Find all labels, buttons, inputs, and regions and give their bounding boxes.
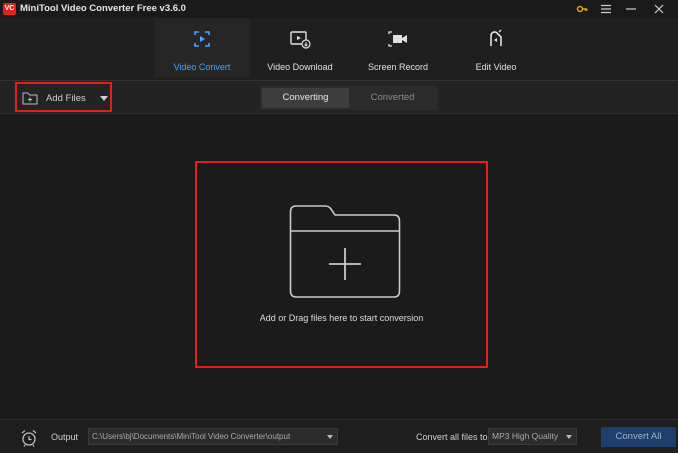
title-bar: VC MiniTool Video Converter Free v3.6.0 (0, 0, 678, 18)
menu-icon[interactable] (598, 2, 614, 16)
tab-edit-video[interactable]: Edit Video (448, 18, 544, 78)
tab-label: Screen Record (367, 62, 429, 72)
tab-video-convert[interactable]: Video Convert (154, 18, 250, 78)
chevron-down-icon (566, 435, 572, 439)
main-area: Add or Drag files here to start conversi… (0, 114, 678, 419)
format-select[interactable]: MP3 High Quality (488, 428, 577, 445)
add-folder-icon (22, 92, 38, 108)
output-label: Output (51, 432, 79, 442)
app-logo: VC (3, 3, 16, 15)
format-value: MP3 High Quality (492, 431, 559, 441)
output-path-value: C:\Users\bj\Documents\MiniTool Video Con… (92, 432, 291, 441)
tab-label: Video Download (267, 62, 333, 72)
tab-label: Video Convert (173, 62, 231, 72)
output-path-select[interactable]: C:\Users\bj\Documents\MiniTool Video Con… (88, 428, 338, 445)
tab-screen-record[interactable]: Screen Record (350, 18, 446, 78)
edit-video-icon (448, 28, 544, 50)
conversion-segment-control: Converting Converted (260, 86, 438, 110)
tab-converted[interactable]: Converted (349, 88, 436, 108)
minimize-icon[interactable] (623, 2, 639, 16)
drop-zone-text: Add or Drag files here to start conversi… (259, 313, 424, 323)
close-icon[interactable] (651, 2, 667, 16)
main-nav: Video Convert Video Download Screen Reco… (0, 18, 678, 80)
tab-label: Edit Video (475, 62, 517, 72)
alarm-clock-icon[interactable] (20, 429, 38, 450)
app-title: MiniTool Video Converter Free v3.6.0 (20, 3, 186, 14)
footer-bar: Output C:\Users\bj\Documents\MiniTool Vi… (0, 419, 678, 453)
tab-converting[interactable]: Converting (262, 88, 349, 108)
screen-record-icon (350, 28, 446, 50)
video-download-icon (252, 28, 348, 50)
add-folder-large-icon (289, 205, 401, 298)
convert-all-label: Convert all files to (416, 432, 488, 442)
video-convert-icon (154, 28, 250, 50)
convert-all-button[interactable]: Convert All (601, 427, 676, 447)
key-icon[interactable] (574, 2, 590, 16)
add-files-label: Add Files (46, 93, 86, 104)
chevron-down-icon (327, 435, 333, 439)
tab-video-download[interactable]: Video Download (252, 18, 348, 78)
toolbar: Add Files Converting Converted (0, 80, 678, 114)
chevron-down-icon[interactable] (100, 96, 108, 101)
drop-zone[interactable]: Add or Drag files here to start conversi… (195, 161, 488, 368)
add-files-button[interactable]: Add Files (15, 82, 112, 112)
